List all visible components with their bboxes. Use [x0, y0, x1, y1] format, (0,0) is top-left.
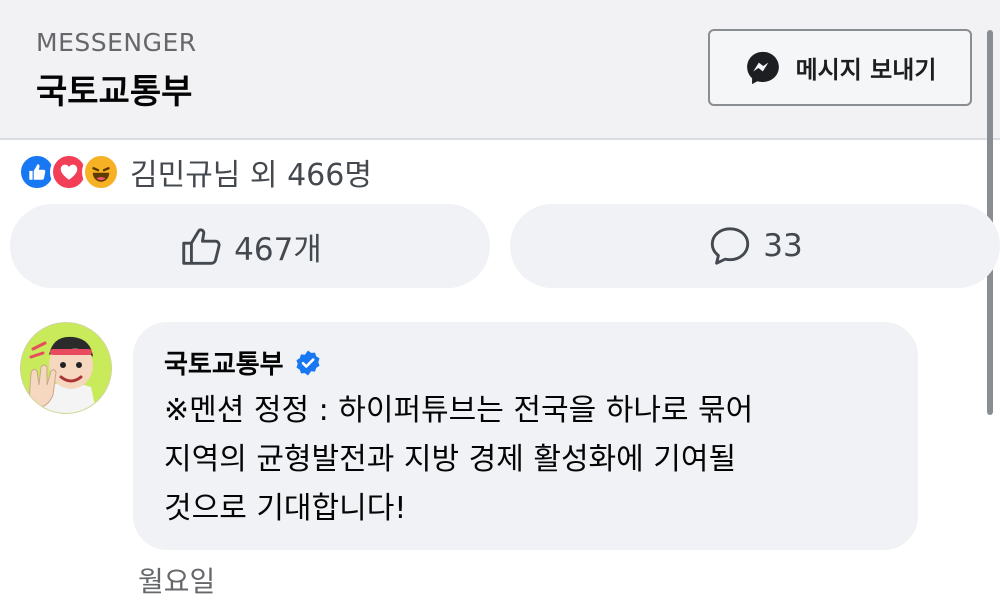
comment-line: ※멘션 정정 : 하이퍼튜브는 전국을 하나로 묶어: [164, 393, 754, 428]
messenger-label: MESSENGER: [36, 28, 197, 57]
comment-icon: [711, 227, 750, 265]
send-message-label: 메시지 보내기: [795, 56, 937, 84]
comment-line: 지역의 균형발전과 지방 경제 활성화에 기여될: [164, 442, 737, 477]
like-count: 467개: [234, 231, 322, 268]
page-header: MESSENGER 국토교통부 메시지 보내기: [0, 0, 1000, 140]
facebook-comment-view: MESSENGER 국토교통부 메시지 보내기 김민규님 외 466명 467개…: [0, 0, 1000, 603]
messenger-icon: [746, 51, 779, 84]
comment-line: 것으로 기대합니다!: [164, 491, 407, 526]
comment-author-name: 국토교통부: [164, 350, 284, 380]
comment-count: 33: [763, 228, 803, 264]
thumbs-up-icon: [182, 228, 221, 265]
page-name[interactable]: 국토교통부: [36, 64, 192, 113]
character-avatar-image: [21, 323, 111, 413]
comment-author[interactable]: 국토교통부: [164, 344, 322, 381]
comment-timestamp[interactable]: 월요일: [138, 560, 215, 600]
comment-text: ※멘션 정정 : 하이퍼튜브는 전국을 하나로 묶어 지역의 균형발전과 지방 …: [164, 386, 904, 533]
comment-bubble: 국토교통부 ※멘션 정정 : 하이퍼튜브는 전국을 하나로 묶어 지역의 균형발…: [133, 322, 918, 550]
like-button[interactable]: 467개: [10, 204, 490, 288]
send-message-button[interactable]: 메시지 보내기: [708, 29, 972, 106]
haha-icon: [82, 153, 120, 191]
reaction-summary-text: 김민규님 외 466명: [130, 158, 372, 193]
comment-button[interactable]: 33: [510, 204, 1000, 288]
reactions-summary[interactable]: 김민규님 외 466명: [18, 150, 372, 194]
verified-badge-icon: [296, 350, 320, 375]
avatar[interactable]: [20, 322, 112, 414]
